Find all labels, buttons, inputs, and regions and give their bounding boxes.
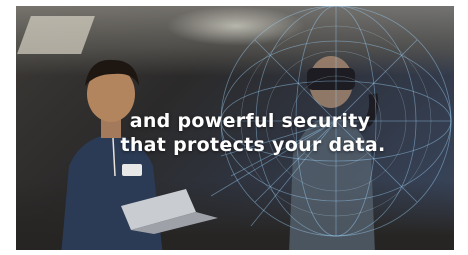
name-badge	[122, 164, 142, 176]
caption-line-1: and powerful security	[129, 110, 371, 132]
video-frame: and powerful security that protects your…	[0, 0, 468, 255]
video-caption: and powerful security that protects your…	[16, 109, 454, 157]
caption-line-2: that protects your data.	[120, 134, 386, 156]
laptop	[121, 189, 218, 234]
video-still[interactable]: and powerful security that protects your…	[16, 6, 454, 250]
